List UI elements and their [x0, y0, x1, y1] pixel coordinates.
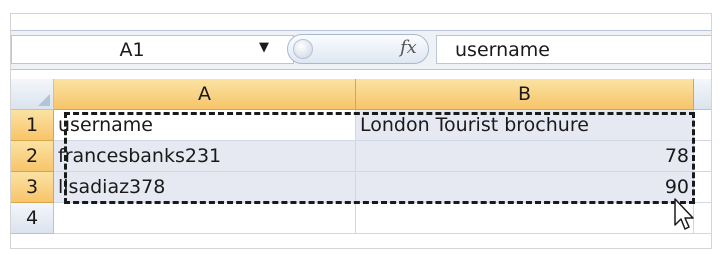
cell-b3[interactable]: 90 [356, 172, 694, 203]
cell-c1[interactable] [694, 110, 711, 141]
row-header-1[interactable]: 1 [11, 110, 54, 141]
column-header-a[interactable]: A [54, 79, 356, 110]
function-controls: fx [287, 34, 429, 64]
row-header-3[interactable]: 3 [11, 172, 54, 203]
name-box[interactable]: A1 ▼ [11, 35, 294, 64]
pill-knob-icon[interactable] [293, 39, 313, 59]
select-all-corner[interactable] [11, 79, 54, 110]
column-header-blank[interactable] [694, 79, 711, 110]
name-box-value: A1 [119, 39, 145, 61]
cell-a2[interactable]: francesbanks231 [54, 141, 356, 172]
cell-b2[interactable]: 78 [356, 141, 694, 172]
cell-a3[interactable]: lisadiaz378 [54, 172, 356, 203]
dropdown-arrow-icon[interactable]: ▼ [259, 40, 269, 55]
mouse-pointer-icon [674, 198, 694, 230]
column-header-b[interactable]: B [356, 79, 694, 110]
fx-icon[interactable]: fx [400, 37, 417, 58]
cell-b4[interactable] [356, 203, 694, 234]
corner-triangle-icon [38, 94, 50, 106]
formula-input[interactable]: username [436, 35, 711, 64]
spreadsheet-window: A1 ▼ fx username A B 1 username London T… [10, 13, 712, 249]
row-header-2[interactable]: 2 [11, 141, 54, 172]
cell-c2[interactable] [694, 141, 711, 172]
cell-a4[interactable] [54, 203, 356, 234]
cell-b1[interactable]: London Tourist brochure [356, 110, 694, 141]
cell-a1[interactable]: username [54, 110, 356, 141]
formula-value: username [455, 39, 550, 61]
row-header-4[interactable]: 4 [11, 203, 54, 234]
sheet-grid: A B 1 username London Tourist brochure 2… [11, 79, 711, 248]
formula-bar: A1 ▼ fx username [11, 30, 711, 70]
